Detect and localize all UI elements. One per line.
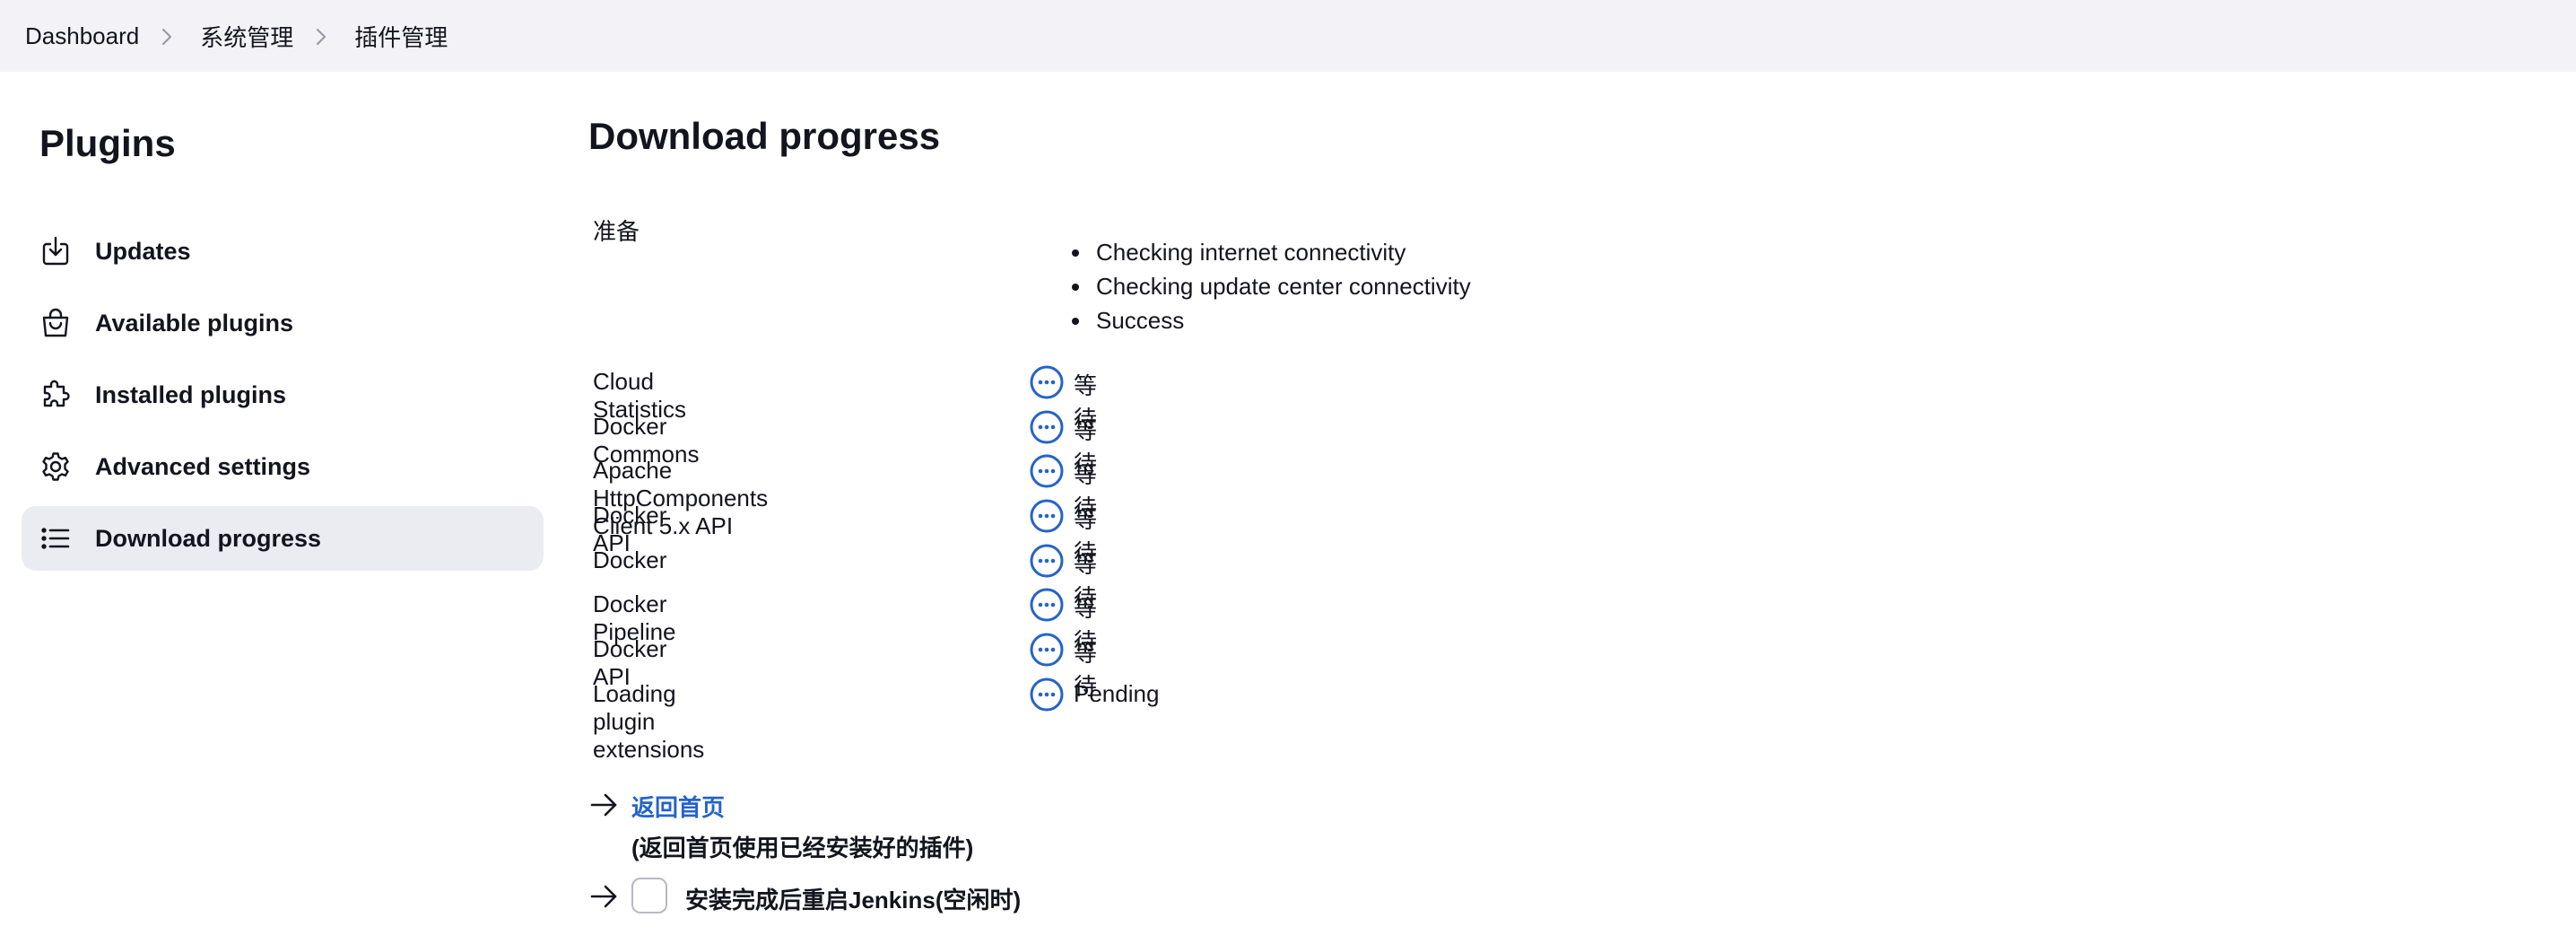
breadcrumb-dashboard[interactable]: Dashboard <box>25 22 139 50</box>
shopping-bag-icon <box>39 307 72 339</box>
breadcrumb: Dashboard 系统管理 插件管理 <box>0 0 2576 72</box>
page-title: Download progress <box>588 115 941 157</box>
go-home-description: (返回首页使用已经安装好的插件) <box>631 835 974 861</box>
sidebar-item-installed-plugins[interactable]: Installed plugins <box>22 363 544 427</box>
arrow-right-icon <box>590 885 617 908</box>
breadcrumb-plugin-management[interactable]: 插件管理 <box>354 20 448 53</box>
job-name: Loading plugin extensions <box>593 679 705 763</box>
puzzle-icon <box>39 379 72 411</box>
job-name: Docker <box>593 546 667 573</box>
preparation-label: 准备 <box>593 218 640 245</box>
ellipsis-circle-icon <box>1030 544 1064 578</box>
job-status: Pending <box>1074 679 1160 707</box>
download-icon <box>39 235 72 267</box>
list-item: Checking update center connectivity <box>1092 269 1471 303</box>
gear-icon <box>39 450 72 483</box>
chevron-right-icon <box>139 22 200 49</box>
sidebar-item-label: Download progress <box>95 524 322 552</box>
restart-row: 安装完成后重启Jenkins(空闲时) <box>588 878 1021 915</box>
ellipsis-circle-icon <box>1030 633 1064 667</box>
go-home-row: 返回首页 (返回首页使用已经安装好的插件) <box>588 790 973 863</box>
sidebar-item-advanced-settings[interactable]: Advanced settings <box>22 434 544 499</box>
sidebar-item-label: Available plugins <box>95 309 294 337</box>
sidebar-item-updates[interactable]: Updates <box>22 219 544 284</box>
sidebar-item-available-plugins[interactable]: Available plugins <box>22 291 544 355</box>
chevron-right-icon <box>293 22 354 49</box>
list-item: Checking internet connectivity <box>1092 235 1471 269</box>
ellipsis-circle-icon <box>1030 410 1064 444</box>
restart-checkbox-label[interactable]: 安装完成后重启Jenkins(空闲时) <box>685 878 1021 915</box>
ellipsis-circle-icon <box>1030 499 1064 533</box>
arrow-right-icon <box>590 793 617 817</box>
ellipsis-circle-icon <box>1030 365 1064 399</box>
ellipsis-circle-icon <box>1030 677 1064 712</box>
restart-checkbox[interactable] <box>631 878 667 913</box>
sidebar-nav: Updates Available plugins Installed plug… <box>22 219 544 578</box>
preparation-steps: Checking internet connectivity Checking … <box>1071 235 1471 337</box>
go-home-link[interactable]: 返回首页 <box>631 790 973 823</box>
sidebar-title: Plugins <box>39 122 176 164</box>
sidebar-item-label: Updates <box>95 237 191 265</box>
ellipsis-circle-icon <box>1030 588 1064 622</box>
ellipsis-circle-icon <box>1030 454 1064 488</box>
sidebar-item-label: Installed plugins <box>95 380 287 408</box>
breadcrumb-system-management[interactable]: 系统管理 <box>200 20 293 53</box>
list-icon <box>39 522 72 555</box>
sidebar-item-download-progress[interactable]: Download progress <box>22 506 544 571</box>
sidebar-item-label: Advanced settings <box>95 452 311 480</box>
list-item: Success <box>1092 303 1471 337</box>
